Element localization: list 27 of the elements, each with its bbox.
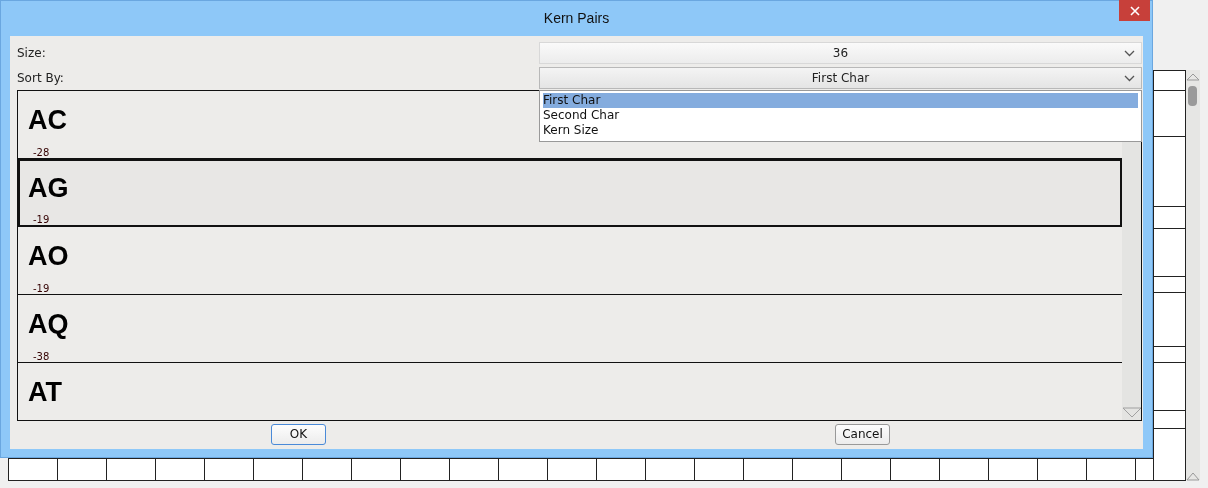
close-button[interactable] <box>1119 0 1150 21</box>
kern-pair-glyphs: AC <box>28 105 67 136</box>
size-label: Size: <box>17 45 47 60</box>
dropdown-option[interactable]: Second Char <box>543 108 1138 123</box>
chevron-down-icon <box>1124 74 1135 82</box>
dropdown-option[interactable]: First Char <box>543 93 1138 108</box>
kern-value: -19 <box>33 283 50 294</box>
chevron-down-icon <box>1124 49 1135 57</box>
kern-value: -19 <box>33 214 50 225</box>
kern-value: -28 <box>33 147 50 158</box>
window-title: Kern Pairs <box>543 9 610 26</box>
dropdown-option[interactable]: Kern Size <box>543 123 1138 138</box>
sort-by-label: Sort By: <box>17 70 65 85</box>
kern-pair-glyphs: AT <box>28 377 62 408</box>
sort-by-dropdown[interactable]: First Char <box>539 66 1142 89</box>
scroll-down-icon[interactable] <box>1122 407 1141 418</box>
kern-pair-glyphs: AG <box>28 173 69 204</box>
kern-pair-row[interactable]: AO -19 <box>18 227 1122 295</box>
cancel-button[interactable]: Cancel <box>835 423 890 445</box>
ok-button[interactable]: OK <box>271 423 326 445</box>
kern-pair-glyphs: AQ <box>28 309 69 340</box>
close-icon <box>1129 5 1140 16</box>
size-dropdown[interactable]: 36 <box>539 41 1142 64</box>
kern-pair-row[interactable]: AG -19 <box>18 159 1122 227</box>
kern-value: -38 <box>33 351 50 362</box>
kern-pair-row[interactable]: AQ -38 <box>18 295 1122 363</box>
kern-pair-glyphs: AO <box>28 241 69 272</box>
